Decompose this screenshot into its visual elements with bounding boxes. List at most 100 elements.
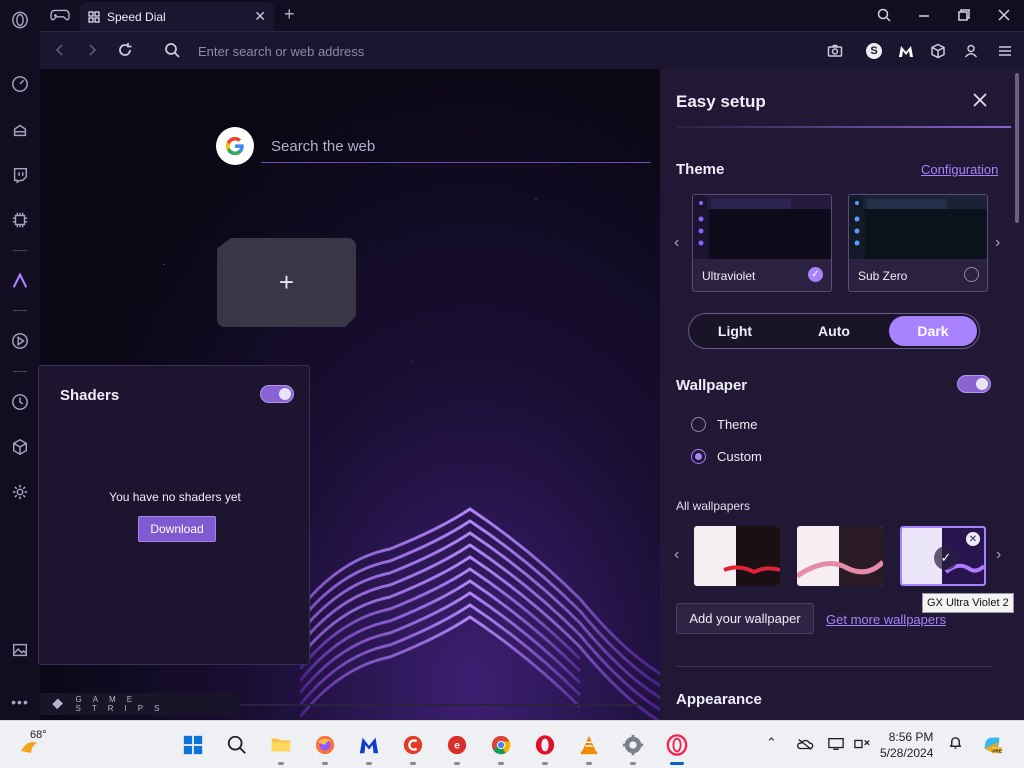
mode-light-option[interactable]: Light bbox=[691, 316, 779, 346]
running-indicator bbox=[586, 762, 592, 765]
malwarebytes-taskbar-icon[interactable] bbox=[357, 733, 381, 757]
search-icon bbox=[164, 42, 182, 60]
tab-strip: Speed Dial ✕ + bbox=[40, 0, 1024, 31]
app-e-icon[interactable]: e bbox=[445, 733, 469, 757]
copilot-icon[interactable]: PRE bbox=[980, 733, 1004, 757]
shaders-toggle[interactable] bbox=[260, 385, 294, 403]
settings-gear-icon[interactable] bbox=[8, 480, 32, 504]
back-arrow-icon[interactable] bbox=[52, 42, 70, 60]
settings-taskbar-icon[interactable] bbox=[621, 733, 645, 757]
left-sidebar: ••• bbox=[0, 0, 40, 720]
opera-gx-taskbar-icon[interactable] bbox=[665, 733, 689, 757]
twitch-icon[interactable] bbox=[8, 163, 32, 187]
tab-speed-dial[interactable]: Speed Dial ✕ bbox=[80, 2, 274, 31]
onedrive-icon[interactable] bbox=[796, 737, 814, 754]
all-wallpapers-title: All wallpapers bbox=[676, 499, 751, 513]
minimize-icon[interactable] bbox=[913, 6, 935, 24]
address-input[interactable] bbox=[198, 42, 698, 60]
opera-icon[interactable] bbox=[533, 733, 557, 757]
easy-setup-menu-icon[interactable] bbox=[996, 42, 1014, 60]
ccleaner-icon[interactable] bbox=[401, 733, 425, 757]
hot-tabs-killer-icon[interactable] bbox=[8, 208, 32, 232]
wallpaper-image-icon[interactable] bbox=[8, 638, 32, 662]
notification-bell-icon[interactable] bbox=[948, 735, 963, 753]
wallpaper-wave-graphic bbox=[300, 507, 660, 720]
download-shaders-button[interactable]: Download bbox=[138, 516, 216, 542]
search-web-input[interactable] bbox=[261, 131, 651, 163]
add-wallpaper-button[interactable]: Add your wallpaper bbox=[676, 603, 814, 634]
theme-card-label: Ultraviolet bbox=[702, 269, 756, 283]
more-options-icon[interactable]: ••• bbox=[8, 690, 32, 714]
close-tab-icon[interactable]: ✕ bbox=[254, 8, 266, 25]
no-shaders-message: You have no shaders yet bbox=[109, 490, 241, 504]
game-strips-icon bbox=[52, 698, 64, 710]
mode-auto-option[interactable]: Auto bbox=[790, 316, 878, 346]
running-indicator bbox=[322, 762, 328, 765]
restore-icon[interactable] bbox=[953, 6, 975, 24]
new-tab-plus-icon[interactable]: + bbox=[284, 4, 295, 25]
running-indicator bbox=[542, 762, 548, 765]
theme-next-arrow-icon[interactable]: › bbox=[995, 234, 1000, 252]
appearance-section-title: Appearance bbox=[676, 691, 762, 708]
easy-setup-scrollbar[interactable] bbox=[1015, 73, 1019, 223]
gamepad-icon[interactable] bbox=[50, 7, 70, 23]
forward-arrow-icon[interactable] bbox=[84, 42, 102, 60]
display-icon[interactable] bbox=[828, 737, 844, 754]
mode-dark-option[interactable]: Dark bbox=[889, 316, 977, 346]
configuration-link[interactable]: Configuration bbox=[921, 162, 998, 177]
clock-date: 5/28/2024 bbox=[880, 746, 934, 760]
add-speed-dial-tile[interactable]: + bbox=[217, 238, 356, 327]
profile-icon[interactable] bbox=[962, 42, 980, 60]
s-extension-icon[interactable]: S bbox=[865, 42, 883, 60]
search-tabs-icon[interactable] bbox=[873, 6, 895, 24]
chrome-icon[interactable] bbox=[489, 733, 513, 757]
malwarebytes-icon[interactable] bbox=[897, 42, 915, 60]
extensions-cube-icon[interactable] bbox=[8, 435, 32, 459]
wallpaper-thumb-gx-ultra-violet-2[interactable]: ✓ ✕ bbox=[900, 526, 986, 586]
address-bar: S bbox=[40, 31, 1024, 69]
close-window-icon[interactable] bbox=[993, 6, 1015, 24]
wallpaper-option-custom[interactable]: Custom bbox=[691, 449, 762, 464]
remove-wallpaper-icon[interactable]: ✕ bbox=[966, 532, 980, 546]
wallpaper-next-arrow-icon[interactable]: › bbox=[996, 546, 1001, 564]
taskbar-search-icon[interactable] bbox=[225, 733, 249, 757]
easy-setup-title: Easy setup bbox=[676, 92, 766, 111]
firefox-icon[interactable] bbox=[313, 733, 337, 757]
wallpaper-thumb-2[interactable] bbox=[797, 526, 883, 586]
get-more-wallpapers-link[interactable]: Get more wallpapers bbox=[826, 612, 946, 627]
gx-corner-icon[interactable] bbox=[8, 118, 32, 142]
gx-control-icon[interactable] bbox=[8, 72, 32, 96]
network-icon[interactable] bbox=[854, 737, 870, 754]
running-indicator bbox=[630, 762, 636, 765]
aria-icon[interactable] bbox=[8, 269, 32, 293]
wallpaper-toggle[interactable] bbox=[957, 375, 991, 393]
vlc-icon[interactable] bbox=[577, 733, 601, 757]
close-easy-setup-icon[interactable] bbox=[971, 91, 991, 111]
wallpaper-option-theme[interactable]: Theme bbox=[691, 417, 757, 432]
file-explorer-icon[interactable] bbox=[269, 733, 293, 757]
theme-section-title: Theme bbox=[676, 161, 725, 178]
section-divider bbox=[676, 666, 992, 667]
wallpaper-thumb-1[interactable] bbox=[694, 526, 780, 586]
snapshot-camera-icon[interactable] bbox=[826, 42, 844, 60]
theme-card-sub-zero[interactable]: Sub Zero bbox=[848, 194, 988, 292]
game-strips-label: GAME STRIPS bbox=[75, 695, 171, 713]
running-indicator bbox=[278, 762, 284, 765]
active-indicator bbox=[670, 762, 684, 765]
reload-icon[interactable] bbox=[117, 42, 135, 60]
windows-start-icon[interactable] bbox=[181, 733, 205, 757]
extensions-cube-icon[interactable] bbox=[929, 42, 947, 60]
game-strips-bar[interactable]: GAME STRIPS bbox=[40, 693, 240, 715]
theme-prev-arrow-icon[interactable]: ‹ bbox=[674, 234, 679, 252]
title-underline bbox=[676, 126, 1011, 128]
theme-card-ultraviolet[interactable]: Ultraviolet ✓ bbox=[692, 194, 832, 292]
player-icon[interactable] bbox=[8, 329, 32, 353]
wallpaper-prev-arrow-icon[interactable]: ‹ bbox=[674, 546, 679, 564]
taskbar-clock[interactable]: 8:56 PM 5/28/2024 bbox=[880, 729, 933, 761]
weather-temperature[interactable]: 68° bbox=[30, 729, 47, 741]
sidebar-separator bbox=[13, 371, 27, 372]
show-hidden-icons-chevron-icon[interactable]: ⌃ bbox=[766, 735, 777, 751]
google-logo-icon bbox=[216, 127, 254, 165]
opera-gx-logo-icon[interactable] bbox=[8, 8, 32, 32]
history-icon[interactable] bbox=[8, 390, 32, 414]
